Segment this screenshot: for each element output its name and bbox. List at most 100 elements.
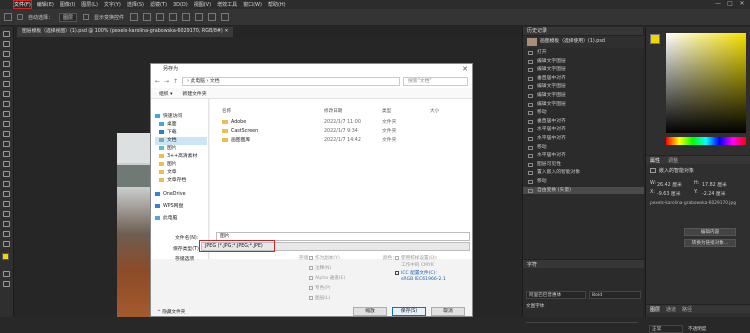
nav-folder-pictures[interactable]: 图片	[155, 161, 207, 169]
history-item[interactable]: 自由变换 (矢量)	[523, 186, 644, 196]
convert-linked-button[interactable]: 转换为链接对象...	[684, 239, 736, 247]
history-item[interactable]: 移动	[523, 144, 644, 153]
forward-arrow-icon[interactable]: →	[164, 78, 169, 85]
nav-documents[interactable]: 文档	[155, 137, 207, 145]
icc-option[interactable]: ICC 配置文件(C):	[395, 270, 437, 276]
align-middle-icon[interactable]	[182, 13, 191, 21]
eraser-tool-icon[interactable]	[3, 141, 10, 147]
close-window-button[interactable]: ✕	[736, 0, 748, 7]
cancel-button[interactable]: 取消	[431, 307, 465, 316]
menu-type[interactable]: 文字(Y)	[104, 1, 121, 8]
y-value[interactable]: -2.24 厘米	[702, 190, 726, 197]
new-folder-button[interactable]: 新建文件夹	[183, 90, 207, 97]
menu-filter[interactable]: 滤镜(T)	[150, 1, 167, 8]
history-snapshot[interactable]: 画图模板（选择使用）(1).psd	[523, 36, 644, 48]
align-center-icon[interactable]	[143, 13, 152, 21]
history-item[interactable]: 垂直居中对齐	[523, 75, 644, 84]
file-row-name[interactable]: CastScreen	[222, 128, 258, 136]
pen-tool-icon[interactable]	[3, 181, 10, 187]
menu-window[interactable]: 窗口(W)	[243, 1, 262, 8]
tab-properties[interactable]: 属性	[650, 157, 660, 164]
menu-layer[interactable]: 图层(L)	[81, 1, 98, 8]
history-item[interactable]: 编辑文字图层	[523, 58, 644, 67]
hide-folders-toggle[interactable]: ^ 隐藏文件夹	[157, 309, 185, 315]
history-item[interactable]: 编辑文字图层	[523, 83, 644, 92]
menu-file[interactable]: 文件(F)	[13, 0, 32, 9]
align-top-icon[interactable]	[169, 13, 178, 21]
crop-tool-icon[interactable]	[3, 71, 10, 77]
menu-view[interactable]: 视图(V)	[194, 1, 211, 8]
blur-tool-icon[interactable]	[3, 161, 10, 167]
file-row-name[interactable]: Adobe	[222, 119, 246, 127]
history-item[interactable]: 图层可见性	[523, 161, 644, 170]
foreground-color-swatch[interactable]	[2, 253, 9, 260]
3d-mode-icon[interactable]	[221, 13, 230, 21]
align-bottom-icon[interactable]	[195, 13, 204, 21]
back-arrow-icon[interactable]: ←	[155, 78, 160, 85]
nav-quick-access[interactable]: 快速访问	[155, 113, 207, 121]
clone-stamp-tool-icon[interactable]	[3, 121, 10, 127]
healing-brush-tool-icon[interactable]	[3, 101, 10, 107]
save-button[interactable]: 保存(S)	[392, 307, 426, 316]
font-style-select[interactable]: Bold	[589, 291, 641, 299]
tab-layers[interactable]: 图层	[650, 306, 660, 313]
hue-slider[interactable]	[666, 137, 746, 145]
spot-option[interactable]: 专色(P)	[309, 285, 331, 291]
nav-wps[interactable]: WPS网盘	[155, 203, 207, 211]
nav-downloads[interactable]: 下载	[155, 129, 207, 137]
marquee-tool-icon[interactable]	[3, 41, 10, 47]
history-item[interactable]: 水平居中对齐	[523, 135, 644, 144]
search-input[interactable]: 搜索"文档"	[403, 77, 468, 86]
align-left-icon[interactable]	[130, 13, 139, 21]
tab-paths[interactable]: 路径	[682, 306, 692, 313]
path-select-tool-icon[interactable]	[3, 201, 10, 207]
menu-select[interactable]: 选择(S)	[127, 1, 144, 8]
brush-tool-icon[interactable]	[3, 111, 10, 117]
nav-desktop[interactable]: 桌面	[155, 121, 207, 129]
h-value[interactable]: 17.82 厘米	[702, 181, 727, 188]
edit-contents-button[interactable]: 编辑内容	[684, 228, 736, 236]
history-brush-tool-icon[interactable]	[3, 131, 10, 137]
rectangle-tool-icon[interactable]	[3, 211, 10, 217]
column-size[interactable]: 大小	[430, 108, 439, 116]
color-picker-field[interactable]	[666, 33, 746, 133]
blend-mode-select[interactable]: 正常	[649, 325, 683, 333]
history-item[interactable]: 水平居中对齐	[523, 152, 644, 161]
tab-channels[interactable]: 通道	[666, 306, 676, 313]
auto-select-dropdown[interactable]: 图层	[59, 12, 78, 22]
column-date[interactable]: 修改日期	[324, 108, 342, 116]
zoom-tool-icon[interactable]	[3, 231, 10, 237]
file-row-name[interactable]: 画图图库	[222, 137, 250, 145]
quick-select-tool-icon[interactable]	[3, 61, 10, 67]
history-item[interactable]: 置入嵌入的智能对象	[523, 169, 644, 178]
nav-this-pc[interactable]: 此电脑	[155, 215, 207, 223]
font-family-select[interactable]: 阿里巴巴普惠体	[526, 291, 586, 299]
minimize-button[interactable]: —	[712, 0, 724, 7]
other-button[interactable]: 缩放	[353, 307, 387, 316]
organize-button[interactable]: 组织 ▾	[159, 90, 173, 97]
column-name[interactable]: 名称	[222, 108, 231, 116]
menu-help[interactable]: 帮助(H)	[268, 1, 286, 8]
alpha-option[interactable]: Alpha 通道(E)	[309, 275, 345, 281]
history-item[interactable]: 编辑文字图层	[523, 92, 644, 101]
lasso-tool-icon[interactable]	[3, 51, 10, 57]
align-right-icon[interactable]	[156, 13, 165, 21]
dodge-tool-icon[interactable]	[3, 171, 10, 177]
transform-checkbox[interactable]	[83, 14, 90, 20]
more-tools-icon[interactable]	[3, 241, 10, 247]
document-tab[interactable]: 图层模板（选择视图）(1).psd @ 100% (pexels-karolin…	[17, 27, 234, 37]
history-item[interactable]: 编辑文字图层	[523, 66, 644, 75]
eyedropper-tool-icon[interactable]	[3, 91, 10, 97]
type-tool-icon[interactable]	[3, 191, 10, 197]
w-value[interactable]: 26.42 厘米	[657, 181, 682, 188]
move-tool-icon[interactable]	[3, 31, 10, 37]
history-item[interactable]: 移动	[523, 178, 644, 187]
menu-edit[interactable]: 编辑(E)	[37, 1, 54, 8]
nav-folder-archive[interactable]: 文章存档	[155, 177, 207, 185]
column-type[interactable]: 类型	[382, 108, 391, 116]
as-copy-option[interactable]: 作为副本(Y)	[309, 255, 340, 261]
menu-image[interactable]: 图像(I)	[60, 1, 75, 8]
layers-option[interactable]: 图层(L)	[309, 295, 330, 301]
nav-onedrive[interactable]: OneDrive	[155, 191, 207, 199]
notes-option[interactable]: 注释(N)	[309, 265, 331, 271]
